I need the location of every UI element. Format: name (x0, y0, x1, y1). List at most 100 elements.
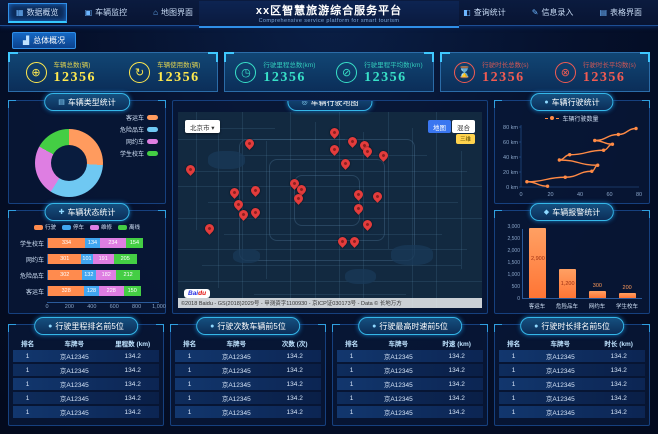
table-row[interactable]: 1 京A12345 134.2 (337, 378, 483, 390)
column-header: 车牌号 (388, 341, 409, 348)
bar-value-label: 2,900 (530, 256, 545, 263)
ranking-table-panel-2: ● 行驶最高时速前5位 排名 车牌号 时速 (km) 1 京A12345 134.2 1 京A12… (332, 317, 488, 426)
plus-icon: ✚ (58, 209, 65, 216)
table-row[interactable]: 1 京A12345 134.2 (13, 350, 159, 362)
table-cell: 京A12345 (545, 410, 575, 417)
table-cell: 1 (349, 352, 354, 360)
alarm-categories: 客运车 危险品车 网约车 学生校车 (522, 302, 642, 310)
driving-map[interactable]: 北京市 ▾ 地图 混合 三维 Baidu ©2018 Baidu - GS(201… (178, 112, 482, 308)
stat-item: ⊘ 行驶里程平均数(km) 12356 (336, 59, 423, 86)
map-type-button[interactable]: 地图 (428, 120, 451, 133)
nav-tab-left-1[interactable]: ▣ 车辆监控 (77, 3, 136, 22)
map-type-switcher: 地图 混合 (428, 120, 475, 133)
stat-text: 行驶时长平均数(s) 12356 (583, 59, 636, 86)
bar-segment: 334 (48, 238, 86, 248)
table-cell: 134.2 (448, 394, 465, 402)
nav-tab-right-0[interactable]: ◧ 查询统计 (455, 3, 514, 22)
map-type-button[interactable]: 混合 (452, 120, 475, 133)
svg-text:40: 40 (577, 192, 583, 198)
legend-swatch-icon (33, 224, 43, 230)
category-label: 客运车 (528, 304, 546, 310)
stat-item: ⌛ 行驶时长总数(s) 12356 (454, 59, 529, 86)
ranking-table-title: ● 行驶次数车辆前5位 (196, 317, 300, 335)
table-row[interactable]: 1 京A12345 134.2 (175, 350, 321, 362)
cycle-arrow-icon: ↻ (129, 61, 151, 83)
table-row[interactable]: 1 京A12345 134.2 (13, 378, 159, 390)
stat-value: 12356 (582, 69, 626, 85)
axis-tick: 3,000 (507, 224, 520, 230)
tab-overall-overview[interactable]: ▟ 总体概况 (12, 32, 77, 49)
table-row[interactable]: 1 京A12345 134.2 (13, 406, 159, 418)
table-row[interactable]: 1 京A12345 134.2 (499, 392, 645, 404)
stat-label: 车辆使用数(辆) (157, 61, 201, 69)
status-bar-row: 客运车 328 128 228 150 (15, 286, 159, 296)
table-cell: 134.2 (448, 380, 465, 388)
table-row[interactable]: 1 京A12345 134.2 (499, 364, 645, 376)
legend-label: 离线 (129, 225, 141, 231)
bar-value-label: 1,200 (560, 280, 575, 287)
category-label: 学生校车 (615, 304, 638, 310)
nav-tab-left-2[interactable]: ⌂ 地图界面 (145, 3, 201, 22)
table-row[interactable]: 1 京A12345 134.2 (499, 350, 645, 362)
table-row[interactable]: 1 京A12345 134.2 (337, 406, 483, 418)
table-cell: 京A12345 (545, 368, 575, 375)
table-cell: 1 (187, 352, 192, 360)
table-cell: 1 (349, 408, 354, 416)
table-cell: 京A12345 (383, 396, 413, 403)
alarm-plot: 2,900 1,200 300 200 (522, 228, 642, 299)
legend-item[interactable]: 维修 (90, 223, 112, 231)
legend-item[interactable]: 网约车 (120, 137, 158, 146)
legend-item[interactable]: 客运车 (120, 113, 158, 122)
legend-item[interactable]: 学生校车 (120, 149, 158, 158)
park-area (390, 245, 434, 265)
legend-item[interactable]: 行驶 (33, 223, 56, 231)
table-row[interactable]: 1 京A12345 134.2 (13, 364, 159, 376)
nav-tab-right-1[interactable]: ✎ 信息录入 (524, 3, 582, 22)
table-row[interactable]: 1 京A12345 134.2 (499, 406, 645, 418)
legend-item[interactable]: 危险品车 (120, 125, 158, 134)
table-row[interactable]: 1 京A12345 134.2 (175, 378, 321, 390)
table-row[interactable]: 1 京A12345 134.2 (337, 350, 483, 362)
table-cell: 1 (349, 366, 354, 374)
ranking-table-panel-3: ● 行驶时长排名前5位 排名 车牌号 时长 (km) 1 京A12345 134.2 1 京A12… (494, 317, 650, 426)
legend-label: 网约车 (125, 140, 144, 146)
table-cell: 134.2 (448, 352, 465, 360)
stat-value: 12356 (364, 69, 407, 85)
table-cell: 134.2 (124, 352, 141, 360)
table-row[interactable]: 1 京A12345 134.2 (175, 364, 321, 376)
stats-row: ⊕ 车辆总数(辆) 12356 ↻ 车辆使用数(辆) 12356 ◷ 行驶里程总数(km) 12… (8, 52, 650, 92)
table-row[interactable]: 1 京A12345 134.2 (13, 392, 159, 404)
bar-segment: 328 (48, 286, 85, 296)
legend-swatch-icon (147, 115, 158, 120)
line-legend-label: 车辆行驶数量 (562, 116, 599, 123)
table-cell: 京A12345 (545, 354, 575, 361)
panel-title-text: 车辆行驶统计 (551, 97, 600, 107)
city-select[interactable]: 北京市 ▾ (185, 120, 220, 133)
nav-tab-right-2[interactable]: ▤ 表格界面 (591, 3, 650, 22)
table-cell: 1 (25, 366, 30, 374)
road-line (460, 151, 462, 269)
legend-item[interactable]: 停车 (61, 223, 84, 231)
table-cell: 京A12345 (545, 382, 575, 389)
legend-item[interactable]: 离线 (118, 223, 140, 231)
vehicle-monitor-icon: ▣ (84, 8, 93, 17)
table-row[interactable]: 1 京A12345 134.2 (337, 392, 483, 404)
stat-text: 行驶里程总数(km) 12356 (263, 59, 315, 86)
svg-text:20: 20 (547, 192, 553, 198)
legend-swatch-icon (147, 139, 158, 144)
table-row[interactable]: 1 京A12345 134.2 (175, 392, 321, 404)
table-header-row: 排名 车牌号 时长 (km) (499, 338, 645, 348)
map-3d-badge[interactable]: 三维 (455, 134, 475, 144)
bar-segment: 205 (113, 254, 137, 264)
vehicle-map-pin[interactable] (203, 221, 217, 235)
alarm-bar: 1,200 (559, 269, 577, 298)
table-row[interactable]: 1 京A12345 134.2 (337, 364, 483, 376)
nav-tab-left-0[interactable]: ▦ 数据概览 (8, 2, 67, 23)
axis-tick: 800 (132, 304, 142, 310)
table-cell: 1 (187, 408, 192, 416)
stat-label: 行驶时长平均数(s) (582, 61, 636, 69)
table-row[interactable]: 1 京A12345 134.2 (175, 406, 321, 418)
vehicle-map-pin[interactable] (183, 163, 197, 176)
table-row[interactable]: 1 京A12345 134.2 (499, 378, 645, 390)
table-cell: 134.2 (610, 366, 627, 374)
